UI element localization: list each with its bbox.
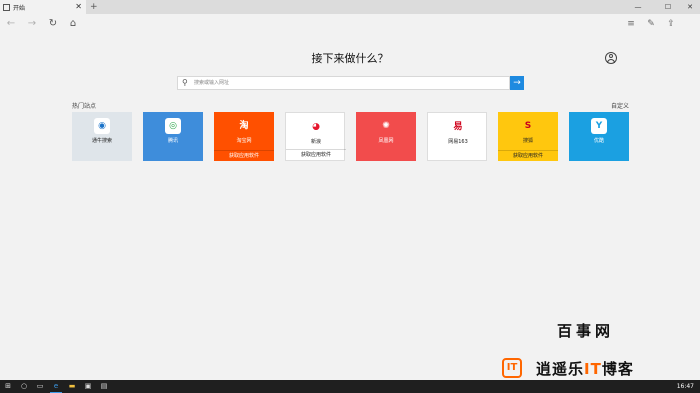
site-logo-icon: 易 [450, 119, 466, 135]
tab-close-icon[interactable]: ✕ [75, 0, 82, 14]
close-window-button[interactable]: ✕ [680, 0, 700, 14]
share-button[interactable]: ⇪ [663, 16, 679, 32]
site-name: 新浪 [310, 139, 321, 145]
page-heading: 接下来做什么？ [311, 52, 389, 65]
back-button[interactable]: ← [3, 16, 19, 32]
site-logo-icon: S [520, 118, 536, 134]
home-button[interactable]: ⌂ [65, 16, 81, 32]
site-logo-icon: 淘 [236, 118, 252, 134]
store-icon[interactable]: ▣ [82, 380, 94, 393]
site-logo-icon: ◕ [308, 119, 324, 135]
site-tile[interactable]: S 搜狐获取应用软件 [498, 112, 558, 161]
site-tile[interactable]: 易网易163 [427, 112, 487, 161]
site-logo-icon: ✺ [378, 118, 394, 134]
site-name: 淘宝网 [236, 138, 252, 144]
site-name: 搜狐 [522, 138, 533, 144]
hub-button[interactable]: ≡ [623, 16, 639, 32]
edge-taskbar-icon[interactable]: e [50, 380, 62, 393]
watermark-it-icon: IT [502, 358, 522, 378]
search-icon: ⚲ [182, 78, 188, 87]
site-logo-icon: ◎ [165, 118, 181, 134]
web-note-button[interactable]: ✎ [643, 16, 659, 32]
minimize-button[interactable]: — [628, 0, 648, 14]
taskbar: ⊞ ○ ▭ e ▬ ▣ ▤ 16:47 [0, 380, 700, 393]
watermark-baishi: 百事网 [557, 322, 615, 340]
refresh-button[interactable]: ↻ [45, 16, 61, 32]
new-tab-button[interactable]: + [90, 0, 98, 14]
forward-button[interactable]: → [24, 16, 40, 32]
site-tile[interactable]: ◎ 腾讯 [143, 112, 203, 161]
search-box[interactable]: ⚲ 搜索或输入网址 [177, 76, 510, 90]
search-go-button[interactable]: → [510, 76, 524, 90]
site-tile[interactable]: ✺ 凤凰网 [356, 112, 416, 161]
maximize-button[interactable]: ☐ [658, 0, 678, 14]
site-name: 网易163 [448, 139, 468, 145]
site-name: 通牛搜索 [91, 138, 112, 144]
watermark-logo: IT 逍遥乐IT博客 [502, 356, 634, 380]
get-app-link[interactable]: 获取应用软件 [498, 150, 558, 161]
site-logo-icon: ◉ [94, 118, 110, 134]
navigation-bar: ← → ↻ ⌂ ≡ ✎ ⇪ [0, 14, 700, 34]
site-name: 凤凰网 [378, 138, 394, 144]
site-name: 优酷 [593, 138, 604, 144]
site-tile[interactable]: ◉ 通牛搜索 [72, 112, 132, 161]
search-button[interactable]: ○ [18, 380, 30, 393]
tab-bar: 开始 ✕ + — ☐ ✕ [0, 0, 700, 14]
site-tile[interactable]: Y 优酷 [569, 112, 629, 161]
tab-title: 开始 [13, 4, 26, 12]
app-icon[interactable]: ▤ [98, 380, 110, 393]
site-name: 腾讯 [167, 138, 178, 144]
page-icon [3, 3, 10, 11]
task-view-button[interactable]: ▭ [34, 380, 46, 393]
customize-link[interactable]: 自定义 [611, 101, 629, 110]
profile-avatar-icon[interactable] [605, 52, 617, 64]
start-button[interactable]: ⊞ [2, 380, 14, 393]
site-tile[interactable]: 淘淘宝网获取应用软件 [214, 112, 274, 161]
site-tile[interactable]: ◕ 新浪获取应用软件 [285, 112, 346, 161]
file-explorer-icon[interactable]: ▬ [66, 380, 78, 393]
taskbar-clock: 16:47 [676, 383, 694, 390]
watermark-text: 逍遥乐IT博客 [536, 359, 634, 378]
tab-start[interactable]: 开始 ✕ [0, 0, 86, 14]
get-app-link[interactable]: 获取应用软件 [214, 150, 274, 161]
get-app-link[interactable]: 获取应用软件 [286, 149, 346, 160]
section-label: 热门站点 [72, 103, 97, 110]
search-placeholder: 搜索或输入网址 [194, 80, 230, 86]
site-logo-icon: Y [591, 118, 607, 134]
